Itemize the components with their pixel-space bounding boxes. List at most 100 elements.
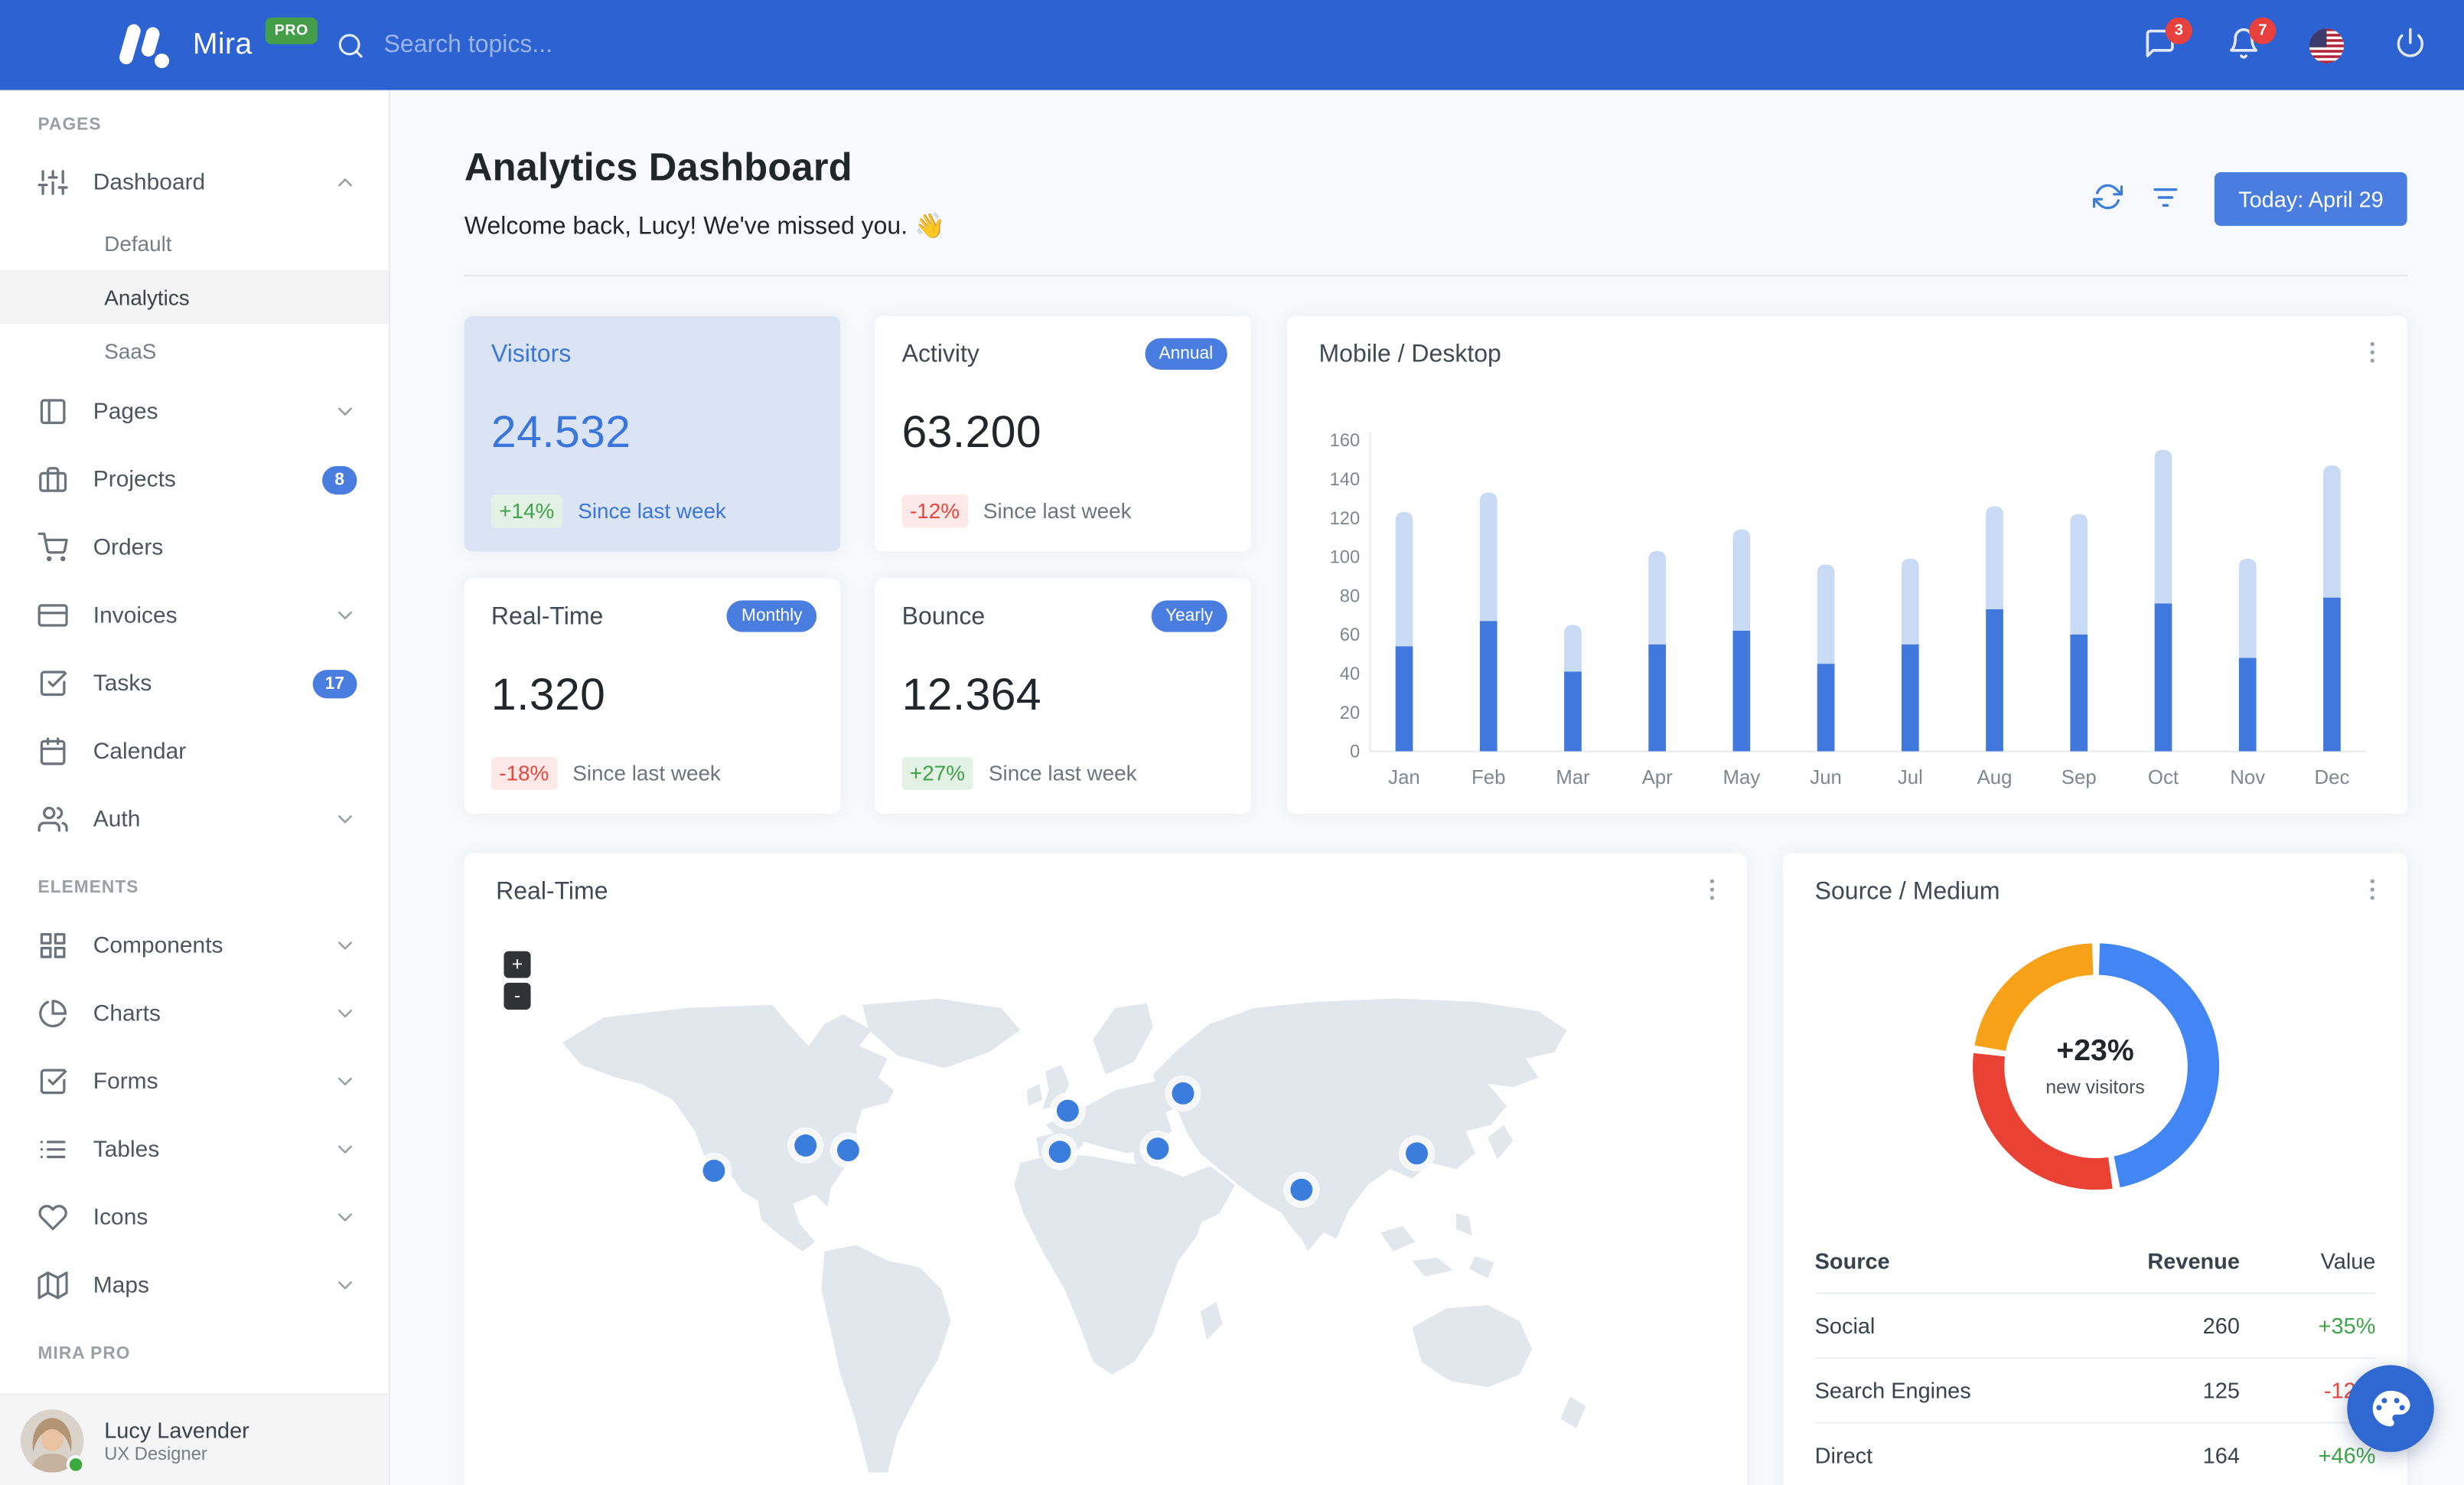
map-marker[interactable] <box>787 1127 824 1164</box>
header-divider <box>464 275 2407 277</box>
sidebar-item-forms[interactable]: Forms <box>0 1047 389 1115</box>
stat-title: Visitors <box>491 341 572 368</box>
svg-text:40: 40 <box>1340 664 1360 684</box>
source-name: Search Engines <box>1814 1377 1971 1403</box>
map-marker[interactable] <box>1283 1171 1320 1209</box>
chart-menu-button[interactable] <box>2357 338 2388 370</box>
power-icon <box>2394 27 2426 63</box>
search-icon <box>337 31 365 59</box>
sidebar-item-icons[interactable]: Icons <box>0 1183 389 1252</box>
map-marker[interactable] <box>1041 1133 1078 1170</box>
grid-icon <box>38 931 68 961</box>
map-marker[interactable] <box>696 1152 732 1190</box>
sidebar-item-invoices[interactable]: Invoices <box>0 582 389 650</box>
source-table-row-search-engines: Search Engines 125 -12% <box>1814 1357 2376 1422</box>
sidebar-item-dashboard[interactable]: Dashboard <box>0 148 389 217</box>
brand[interactable]: Mira PRO <box>104 0 318 90</box>
sidebar-item-charts[interactable]: Charts <box>0 980 389 1048</box>
sidebar-subitem-saas[interactable]: SaaS <box>0 324 389 377</box>
svg-text:Aug: Aug <box>1977 767 2013 788</box>
source-table: Source Revenue Value Social 260 +35% Sea… <box>1814 1228 2376 1485</box>
stat-caption: Since last week <box>572 761 721 785</box>
map-marker[interactable] <box>829 1131 867 1169</box>
source-menu-button[interactable] <box>2357 876 2388 907</box>
map-zoom-in-button[interactable]: + <box>504 951 531 978</box>
svg-text:Oct: Oct <box>2148 767 2179 788</box>
sidebar: PAGES Dashboard Default Analytics SaaS Pag… <box>0 90 390 1485</box>
source-revenue: 164 <box>2202 1442 2240 1468</box>
sidebar-item-pages[interactable]: Pages <box>0 377 389 445</box>
sidebar-section-pages: PAGES <box>37 115 102 135</box>
svg-text:Jun: Jun <box>1810 767 1842 788</box>
map-marker[interactable] <box>1139 1130 1176 1167</box>
sidebar-count-badge: 17 <box>312 669 357 698</box>
sidebar-subitem-analytics[interactable]: Analytics <box>0 269 389 325</box>
chevron-down-icon <box>334 1137 357 1161</box>
map-continents <box>562 998 1586 1473</box>
theme-settings-fab[interactable] <box>2347 1365 2434 1452</box>
map-marker[interactable] <box>1398 1135 1436 1172</box>
credit-card-icon <box>37 600 68 630</box>
date-range-button[interactable]: Today: April 29 <box>2215 171 2407 227</box>
sidebar-item-components[interactable]: Components <box>0 912 389 980</box>
chevron-down-icon <box>334 1206 357 1229</box>
map-zoom-out-button[interactable]: - <box>504 982 531 1010</box>
navbar-actions: 3 7 <box>2127 0 2442 90</box>
refresh-button[interactable] <box>2093 181 2123 216</box>
stat-card-bounce: Bounce Yearly 12.364 +27% Since last wee… <box>875 578 1251 814</box>
check-square-icon <box>38 1066 68 1096</box>
sidebar-item-label: Calendar <box>93 738 187 764</box>
map-menu-button[interactable] <box>1696 876 1728 907</box>
sidebar-item-label: Forms <box>93 1069 158 1095</box>
language-selector[interactable] <box>2295 14 2358 77</box>
sidebar-user[interactable]: Lucy Lavender UX Designer <box>0 1393 389 1485</box>
sidebar-item-tasks[interactable]: Tasks 17 <box>0 649 389 717</box>
source-card-title: Source / Medium <box>1814 878 2000 906</box>
sidebar-subitem-default[interactable]: Default <box>0 217 389 270</box>
sidebar-nav: PAGES Dashboard Default Analytics SaaS Pag… <box>0 90 389 1378</box>
sidebar-item-projects[interactable]: Projects 8 <box>0 445 389 514</box>
filter-button[interactable] <box>2150 181 2182 217</box>
sidebar-item-maps[interactable]: Maps <box>0 1252 389 1320</box>
source-medium-card: Source / Medium +23% new visitors Source… <box>1783 853 2407 1485</box>
filter-icon <box>2150 181 2182 217</box>
sidebar-item-label: Invoices <box>93 602 178 628</box>
map-marker[interactable] <box>1165 1075 1201 1112</box>
sidebar-item-orders[interactable]: Orders <box>0 514 389 582</box>
stat-period-badge[interactable]: Yearly <box>1151 600 1227 632</box>
source-name: Social <box>1814 1313 1876 1339</box>
svg-text:20: 20 <box>1340 703 1360 723</box>
sidebar-item-label: Auth <box>93 806 141 832</box>
notifications-count-badge: 7 <box>2249 16 2277 44</box>
stat-period-badge[interactable]: Annual <box>1144 338 1227 370</box>
messages-count-badge: 3 <box>2165 16 2192 44</box>
chevron-down-icon <box>334 1274 357 1297</box>
sidebar-item-auth[interactable]: Auth <box>0 785 389 853</box>
stat-footer: -12% Since last week <box>901 494 1132 528</box>
sidebar-item-label: Maps <box>93 1272 149 1298</box>
palette-icon <box>2372 1390 2410 1427</box>
stat-footer: +14% Since last week <box>491 494 726 528</box>
map-zoom-controls: + - <box>504 951 531 1010</box>
source-table-row-direct: Direct 164 +46% <box>1814 1421 2376 1485</box>
stat-delta-badge: +14% <box>491 494 562 528</box>
sidebar-item-calendar[interactable]: Calendar <box>0 717 389 785</box>
svg-text:Dec: Dec <box>2314 767 2349 788</box>
notifications-button[interactable]: 7 <box>2211 14 2277 77</box>
bar-chart: 0 20 40 60 80 100 120 140 160 Jan Feb Mar Apr May Jun J… <box>1315 404 2377 804</box>
sidebar-section-elements: ELEMENTS <box>37 878 139 898</box>
us-flag-icon <box>2309 28 2345 63</box>
messages-button[interactable]: 3 <box>2127 14 2192 77</box>
sidebar-count-badge: 8 <box>321 465 357 494</box>
stat-period-badge[interactable]: Monthly <box>727 600 817 632</box>
stat-value: 24.532 <box>491 407 631 459</box>
stats-grid: Visitors 24.532 +14% Since last week Act… <box>464 315 1251 814</box>
sidebar-item-tables[interactable]: Tables <box>0 1115 389 1183</box>
map-card-title: Real-Time <box>496 878 608 906</box>
stat-card-visitors: Visitors 24.532 +14% Since last week <box>464 315 841 552</box>
search-input[interactable] <box>383 31 748 60</box>
logout-button[interactable] <box>2379 14 2443 77</box>
map-marker[interactable] <box>1049 1092 1087 1129</box>
new-visitors-caption: new visitors <box>2045 1075 2145 1098</box>
stat-card-real-time: Real-Time Monthly 1.320 -18% Since last … <box>464 578 841 814</box>
